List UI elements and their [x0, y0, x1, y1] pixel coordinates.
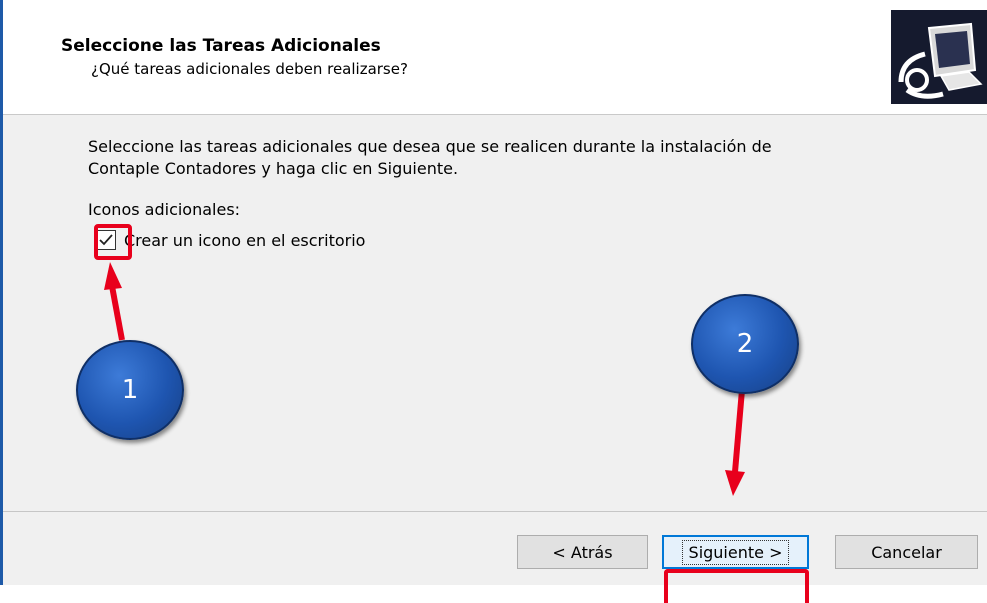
page-subtitle: ¿Qué tareas adicionales deben realizarse… [91, 60, 408, 78]
checkbox-highlight-box [94, 224, 132, 260]
next-button[interactable]: Siguiente > [662, 535, 809, 569]
step-1-number: 1 [121, 375, 139, 405]
desktop-icon-checkbox-label[interactable]: Crear un icono en el escritorio [124, 231, 365, 250]
instructions-line-1: Seleccione las tareas adicionales que de… [88, 137, 772, 156]
next-button-highlight-box [664, 569, 809, 603]
step-2-marker: 2 [691, 294, 799, 394]
step-1-marker: 1 [76, 340, 184, 440]
instructions-text: Seleccione las tareas adicionales que de… [88, 136, 928, 180]
step-2-number: 2 [736, 329, 754, 359]
cancel-button[interactable]: Cancelar [835, 535, 978, 569]
installer-computer-icon [891, 10, 987, 104]
additional-icons-label: Iconos adicionales: [88, 200, 241, 219]
back-button[interactable]: < Atrás [517, 535, 648, 569]
instructions-line-2: Contaple Contadores y haga clic en Sigui… [88, 159, 459, 178]
footer-divider [3, 511, 987, 512]
wizard-header: Seleccione las Tareas Adicionales ¿Qué t… [3, 0, 987, 115]
next-button-label: Siguiente > [681, 539, 790, 565]
setup-wizard-dialog: Seleccione las Tareas Adicionales ¿Qué t… [0, 0, 987, 585]
page-title: Seleccione las Tareas Adicionales [61, 36, 381, 56]
desktop-icon-option[interactable]: Crear un icono en el escritorio [96, 229, 365, 251]
